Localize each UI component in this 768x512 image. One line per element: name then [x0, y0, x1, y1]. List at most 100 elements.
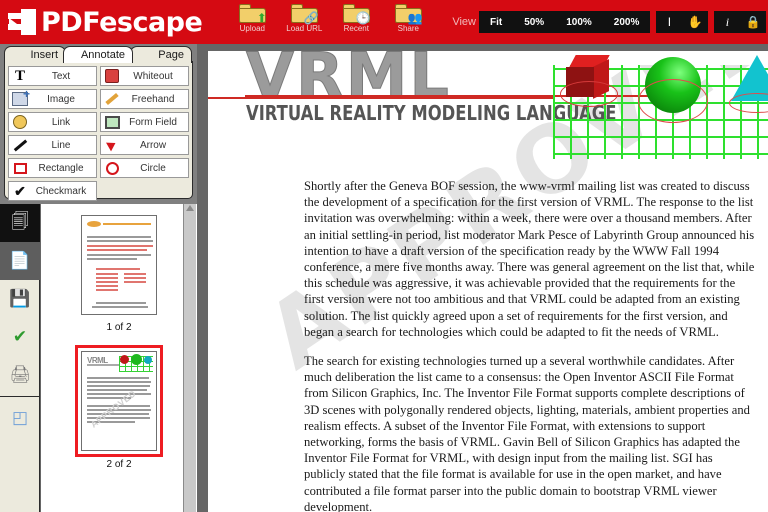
tool-text[interactable]: T Text — [8, 66, 97, 86]
pdf-page: APPROVED VRML VIRTUAL REALITY MODELING L… — [208, 51, 768, 512]
menu-item-recent[interactable]: 🕒 Recent — [330, 0, 382, 44]
tool-freehand[interactable]: Freehand — [100, 89, 189, 109]
page-thumbnail-pane[interactable]: 1 of 2 VRML APPROVED 2 of 2 — [41, 204, 197, 512]
tab-annotate[interactable]: Annotate — [63, 46, 133, 63]
link-tool-icon — [10, 113, 30, 131]
tab-page[interactable]: Page — [130, 46, 192, 63]
tool-panel-body: T Text Whiteout Image Freehand Lin — [4, 61, 193, 201]
tool-link[interactable]: Link — [8, 112, 97, 132]
tool-circle[interactable]: Circle — [100, 158, 189, 178]
tool-label-arrow: Arrow — [139, 139, 167, 151]
folder-link-icon: 🔗 — [290, 3, 319, 25]
menu-label-load-url: Load URL — [286, 24, 323, 33]
tool-grid: T Text Whiteout Image Freehand Lin — [8, 66, 189, 201]
document-text: Shortly after the Geneva BOF session, th… — [304, 178, 756, 512]
scrollbar-thumb[interactable] — [185, 216, 196, 512]
top-toolbar: PDFescape ⬆ Upload 🔗 Load URL 🕒 Recent 👥… — [0, 0, 768, 44]
clock-glyph: 🕒 — [355, 11, 371, 25]
tool-whiteout[interactable]: Whiteout — [100, 66, 189, 86]
menu-label-share: Share — [397, 24, 419, 33]
tool-label-rectangle: Rectangle — [38, 162, 84, 174]
menu-label-upload: Upload — [239, 24, 265, 33]
save-button[interactable]: 💾 — [0, 280, 40, 318]
tool-label-freehand: Freehand — [131, 93, 175, 105]
thumbnail-frame-1 — [78, 212, 160, 318]
form-field-tool-icon — [102, 113, 122, 131]
paragraph-2: The search for existing technologies tur… — [304, 354, 750, 512]
zoom-100-button[interactable]: 100% — [555, 11, 603, 33]
view-label: View — [452, 16, 476, 28]
tool-rectangle[interactable]: Rectangle — [8, 158, 97, 178]
hand-pan-tool-icon[interactable]: ✋ — [682, 11, 708, 33]
pages-panel-button[interactable]: 🗐 — [0, 204, 40, 242]
lock-icon[interactable]: 🔒 — [740, 11, 766, 33]
window-layout-button[interactable]: ◰ — [0, 399, 40, 437]
mode-button-group: I ✋ — [656, 11, 709, 33]
folder-share-icon: 👥 — [394, 3, 423, 25]
menu-item-share[interactable]: 👥 Share — [382, 0, 434, 44]
thumbnail-scrollbar[interactable] — [183, 204, 196, 512]
app-logo: PDFescape — [8, 0, 203, 44]
print-button[interactable]: 🖨 — [0, 356, 40, 394]
zoom-200-button[interactable]: 200% — [603, 11, 651, 33]
pdf-document-button[interactable]: 📄 — [0, 242, 40, 280]
tool-label-link: Link — [51, 116, 71, 128]
zoom-fit-button[interactable]: Fit — [479, 11, 513, 33]
tool-line[interactable]: Line — [8, 135, 97, 155]
menu-item-load-url[interactable]: 🔗 Load URL — [278, 0, 330, 44]
thumbnail-caption-2: 2 of 2 — [106, 459, 132, 470]
text-select-tool-icon[interactable]: I — [656, 11, 682, 33]
image-tool-icon — [10, 88, 30, 108]
folder-clock-icon: 🕒 — [342, 3, 371, 25]
menu-label-recent: Recent — [343, 24, 369, 33]
tool-panel: Insert Annotate Page T Text Whiteout Ima… — [0, 44, 197, 204]
tool-checkmark[interactable]: ✔ Checkmark — [8, 181, 97, 201]
tool-label-whiteout: Whiteout — [133, 70, 173, 82]
brand-name: PDFescape — [41, 6, 203, 38]
line-tool-icon — [10, 136, 30, 154]
tool-label-form-field: Form Field — [129, 116, 177, 128]
tool-label-circle: Circle — [140, 162, 166, 174]
tool-label-checkmark: Checkmark — [35, 185, 87, 197]
circle-tool-icon — [102, 159, 122, 177]
rectangle-tool-icon — [10, 159, 30, 177]
tool-image[interactable]: Image — [8, 88, 97, 109]
tool-panel-tabs: Insert Annotate Page — [0, 45, 197, 63]
vrml-header-graphic: VRML VIRTUAL REALITY MODELING LANGUAGE — [208, 51, 768, 159]
tool-label-image: Image — [47, 93, 75, 105]
tool-label-line: Line — [51, 139, 71, 151]
paragraph-1: Shortly after the Geneva BOF session, th… — [304, 179, 755, 339]
page-preview-1 — [81, 215, 157, 315]
security-button-group: i 🔒 — [714, 11, 767, 33]
zoom-50-button[interactable]: 50% — [513, 11, 555, 33]
whiteout-tool-icon — [102, 67, 122, 85]
freehand-tool-icon — [102, 90, 122, 108]
tool-label-text: Text — [51, 70, 71, 82]
rail-divider — [0, 396, 39, 397]
tool-form-field[interactable]: Form Field — [100, 112, 189, 132]
brand-light: escape — [99, 6, 203, 38]
pdfescape-app: PDFescape ⬆ Upload 🔗 Load URL 🕒 Recent 👥… — [0, 0, 768, 512]
link-glyph: 🔗 — [303, 11, 319, 25]
top-menu: ⬆ Upload 🔗 Load URL 🕒 Recent 👥 Share — [226, 0, 434, 44]
page-preview-2: VRML APPROVED — [81, 351, 157, 451]
tool-arrow[interactable]: Arrow — [100, 135, 189, 155]
upload-arrow-glyph: ⬆ — [256, 11, 267, 25]
document-info-icon[interactable]: i — [714, 11, 740, 33]
thumbnail-frame-2-selected: VRML APPROVED — [75, 345, 163, 457]
download-button[interactable]: ✔ — [0, 318, 40, 356]
share-glyph: 👥 — [407, 11, 423, 25]
brand-bold: PDF — [41, 6, 100, 38]
thumb-grid-icon — [119, 354, 153, 372]
scroll-up-arrow-icon[interactable] — [186, 205, 194, 211]
text-tool-icon: T — [14, 67, 25, 84]
thumbnail-item-1[interactable]: 1 of 2 — [49, 212, 189, 333]
arrow-tool-icon — [102, 136, 122, 154]
menu-item-upload[interactable]: ⬆ Upload — [226, 0, 278, 44]
tab-insert[interactable]: Insert — [4, 46, 66, 63]
folder-upload-icon: ⬆ — [238, 3, 267, 25]
thumbnail-item-2[interactable]: VRML APPROVED 2 of 2 — [49, 345, 189, 470]
pdfescape-logo-icon — [8, 8, 36, 36]
document-viewer[interactable]: APPROVED VRML VIRTUAL REALITY MODELING L… — [197, 44, 768, 512]
checkmark-tool-icon: ✔ — [14, 183, 26, 199]
